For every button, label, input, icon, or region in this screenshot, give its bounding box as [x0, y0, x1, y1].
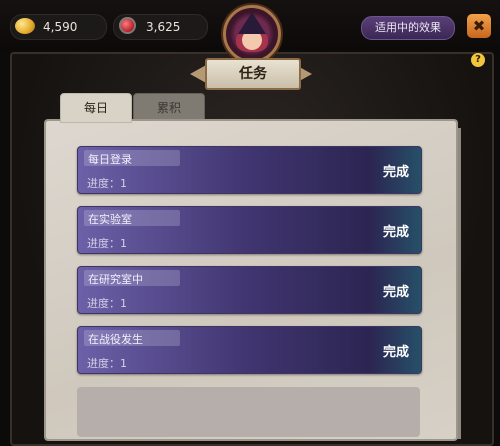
potion-icon	[119, 17, 136, 34]
witch-hat-icon	[238, 12, 266, 34]
task-card: 在研究室中 进度：1 完成	[77, 266, 422, 314]
potion-amount: 3,625	[146, 20, 181, 34]
complete-button[interactable]: 完成	[383, 221, 409, 240]
active-effects-button[interactable]: 适用中的效果	[361, 16, 455, 40]
page-title: 任务	[205, 58, 301, 90]
gold-amount: 4,590	[43, 20, 78, 34]
help-button[interactable]: ?	[471, 53, 485, 67]
empty-task-slot	[77, 387, 420, 437]
task-progress: 进度：1	[87, 297, 127, 310]
tab-cumulative[interactable]: 累积	[133, 93, 205, 123]
tab-daily[interactable]: 每日	[60, 93, 132, 123]
task-card: 在战役发生 进度：1 完成	[77, 326, 422, 374]
close-button[interactable]: ✖	[467, 14, 491, 38]
task-card: 在实验室 进度：1 完成	[77, 206, 422, 254]
task-progress: 进度：1	[87, 357, 127, 370]
gold-coin-icon	[15, 18, 35, 34]
task-progress: 进度：1	[87, 237, 127, 250]
task-name: 在实验室	[88, 213, 132, 226]
character-avatar	[223, 5, 281, 63]
task-name: 在研究室中	[88, 273, 143, 286]
task-name: 在战役发生	[88, 333, 143, 346]
task-progress: 进度：1	[87, 177, 127, 190]
complete-button[interactable]: 完成	[383, 281, 409, 300]
gold-counter: 4,590	[10, 14, 107, 40]
complete-button[interactable]: 完成	[383, 161, 409, 180]
task-name: 每日登录	[88, 153, 132, 166]
task-card: 每日登录 进度：1 完成	[77, 146, 422, 194]
potion-counter: 3,625	[113, 14, 208, 40]
complete-button[interactable]: 完成	[383, 341, 409, 360]
